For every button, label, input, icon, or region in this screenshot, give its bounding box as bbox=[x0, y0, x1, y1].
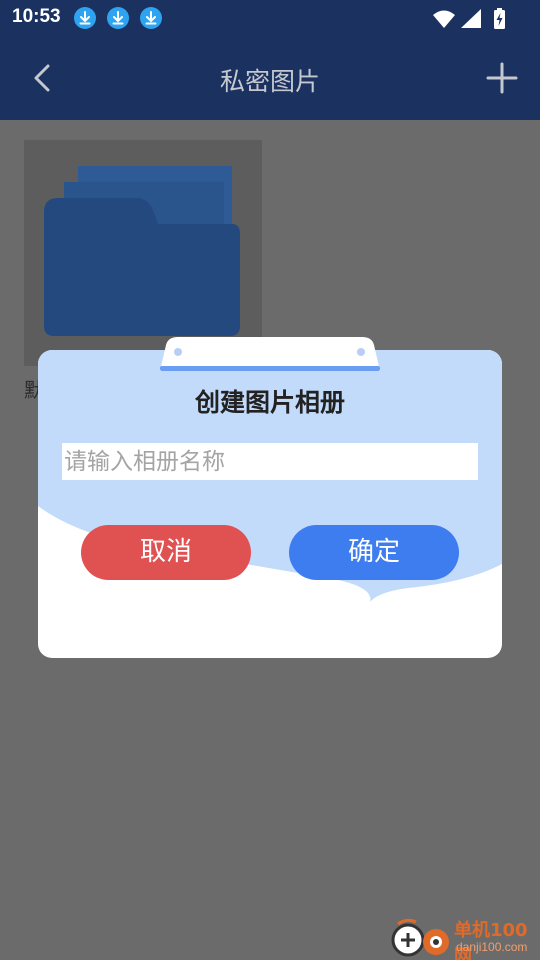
watermark-url: danji100.com bbox=[456, 940, 528, 954]
confirm-button[interactable]: 确定 bbox=[289, 525, 459, 580]
signal-icon bbox=[461, 9, 481, 28]
folder-icon bbox=[44, 166, 240, 336]
status-indicators bbox=[432, 8, 510, 30]
watermark: 单机100网 danji100.com bbox=[388, 914, 540, 960]
app-bar: 私密图片 bbox=[0, 38, 540, 120]
download-icon bbox=[140, 7, 162, 29]
dialog-clip-tab bbox=[160, 337, 380, 371]
album-card[interactable] bbox=[24, 140, 262, 366]
download-icon bbox=[74, 7, 96, 29]
album-name-input[interactable] bbox=[62, 443, 478, 480]
plus-icon bbox=[486, 62, 518, 94]
wifi-icon bbox=[433, 10, 455, 28]
watermark-logo-icon bbox=[391, 918, 449, 957]
dialog-title: 创建图片相册 bbox=[194, 388, 345, 417]
add-album-button[interactable] bbox=[484, 60, 520, 96]
battery-charging-icon bbox=[494, 8, 505, 29]
download-icon bbox=[107, 7, 129, 29]
status-bar: 10:53 bbox=[0, 0, 540, 38]
cancel-button[interactable]: 取消 bbox=[81, 525, 251, 580]
status-time: 10:53 bbox=[12, 6, 61, 27]
page-title: 私密图片 bbox=[219, 67, 320, 96]
